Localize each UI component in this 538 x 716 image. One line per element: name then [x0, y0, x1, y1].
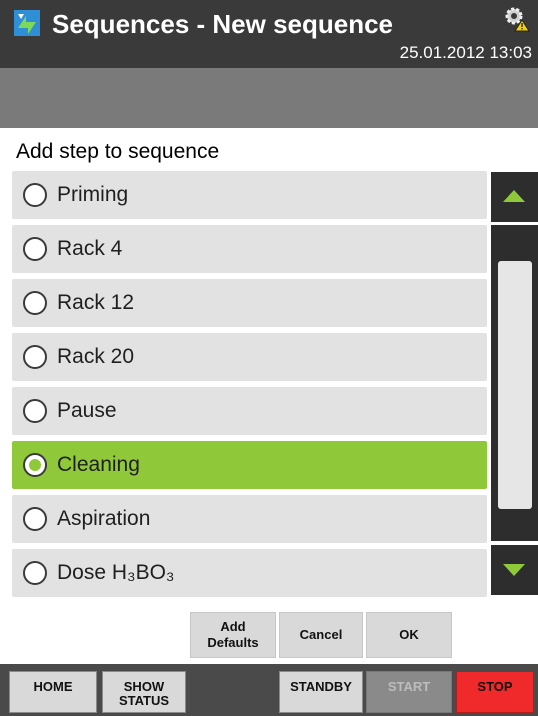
- cancel-button[interactable]: Cancel: [279, 612, 363, 658]
- scrollbar-track[interactable]: [491, 225, 538, 541]
- show-status-label-line2: STATUS: [118, 693, 170, 708]
- info-bar: [0, 68, 538, 128]
- radio-button-icon[interactable]: [23, 399, 47, 423]
- datetime: 25.01.2012 13:03: [399, 43, 532, 62]
- cancel-label: Cancel: [299, 627, 343, 642]
- show-status-button[interactable]: SHOW STATUS: [102, 671, 186, 713]
- start-label: START: [387, 679, 431, 694]
- step-label: Dose H₃BO₃: [57, 561, 175, 584]
- list-item-rack-12[interactable]: Rack 12: [12, 279, 487, 327]
- list-item-cleaning[interactable]: Cleaning: [12, 441, 487, 489]
- sequence-arrows-icon: [14, 10, 40, 36]
- radio-button-icon[interactable]: [23, 507, 47, 531]
- add-defaults-label: Add Defaults: [207, 619, 258, 651]
- radio-button-icon[interactable]: [23, 345, 47, 369]
- start-button[interactable]: START: [366, 671, 452, 713]
- home-button[interactable]: HOME: [9, 671, 97, 713]
- step-label: Aspiration: [57, 507, 151, 530]
- radio-button-icon[interactable]: [23, 453, 47, 477]
- step-label: Rack 4: [57, 237, 123, 260]
- ok-button[interactable]: OK: [366, 612, 452, 658]
- arrow-up-icon: [503, 190, 525, 202]
- list-item-aspiration[interactable]: Aspiration: [12, 495, 487, 543]
- arrow-down-icon: [503, 564, 525, 576]
- list-item-rack-20[interactable]: Rack 20: [12, 333, 487, 381]
- add-defaults-label-line2: Defaults: [207, 635, 259, 650]
- step-label: Pause: [57, 399, 117, 422]
- radio-button-icon[interactable]: [23, 561, 47, 585]
- add-defaults-label-line1: Add: [220, 619, 246, 634]
- radio-button-icon[interactable]: [23, 291, 47, 315]
- scrollbar-thumb[interactable]: [498, 261, 532, 509]
- page-title: Sequences - New sequence: [52, 9, 394, 39]
- radio-selected-dot: [29, 459, 41, 471]
- ok-label: OK: [399, 627, 419, 642]
- dialog-heading: Add step to sequence: [16, 140, 220, 163]
- home-label: HOME: [33, 679, 73, 694]
- step-label: Priming: [57, 183, 129, 206]
- list-item-dose-h3bo3[interactable]: Dose H₃BO₃: [12, 549, 487, 597]
- radio-button-icon[interactable]: [23, 237, 47, 261]
- stop-label: STOP: [477, 679, 513, 694]
- show-status-label-line1: SHOW: [123, 679, 165, 694]
- standby-label: STANDBY: [290, 679, 352, 694]
- scroll-up-button[interactable]: [491, 172, 538, 222]
- step-label: Rack 20: [57, 345, 135, 368]
- add-defaults-button[interactable]: Add Defaults: [190, 612, 276, 658]
- standby-button[interactable]: STANDBY: [279, 671, 363, 713]
- step-label: Cleaning: [57, 453, 140, 476]
- stop-button[interactable]: STOP: [456, 671, 534, 713]
- list-item-priming[interactable]: Priming: [12, 171, 487, 219]
- step-label: Rack 12: [57, 291, 135, 314]
- gear-warning-icon[interactable]: [502, 4, 530, 32]
- radio-button-icon[interactable]: [23, 183, 47, 207]
- scroll-down-button[interactable]: [491, 545, 538, 595]
- list-item-pause[interactable]: Pause: [12, 387, 487, 435]
- list-item-rack-4[interactable]: Rack 4: [12, 225, 487, 273]
- bottom-nav-bar: HOME SHOW STATUS STANDBY START STOP: [0, 664, 538, 716]
- title-bar: Sequences - New sequence 25.01.2012 13:0…: [0, 0, 538, 68]
